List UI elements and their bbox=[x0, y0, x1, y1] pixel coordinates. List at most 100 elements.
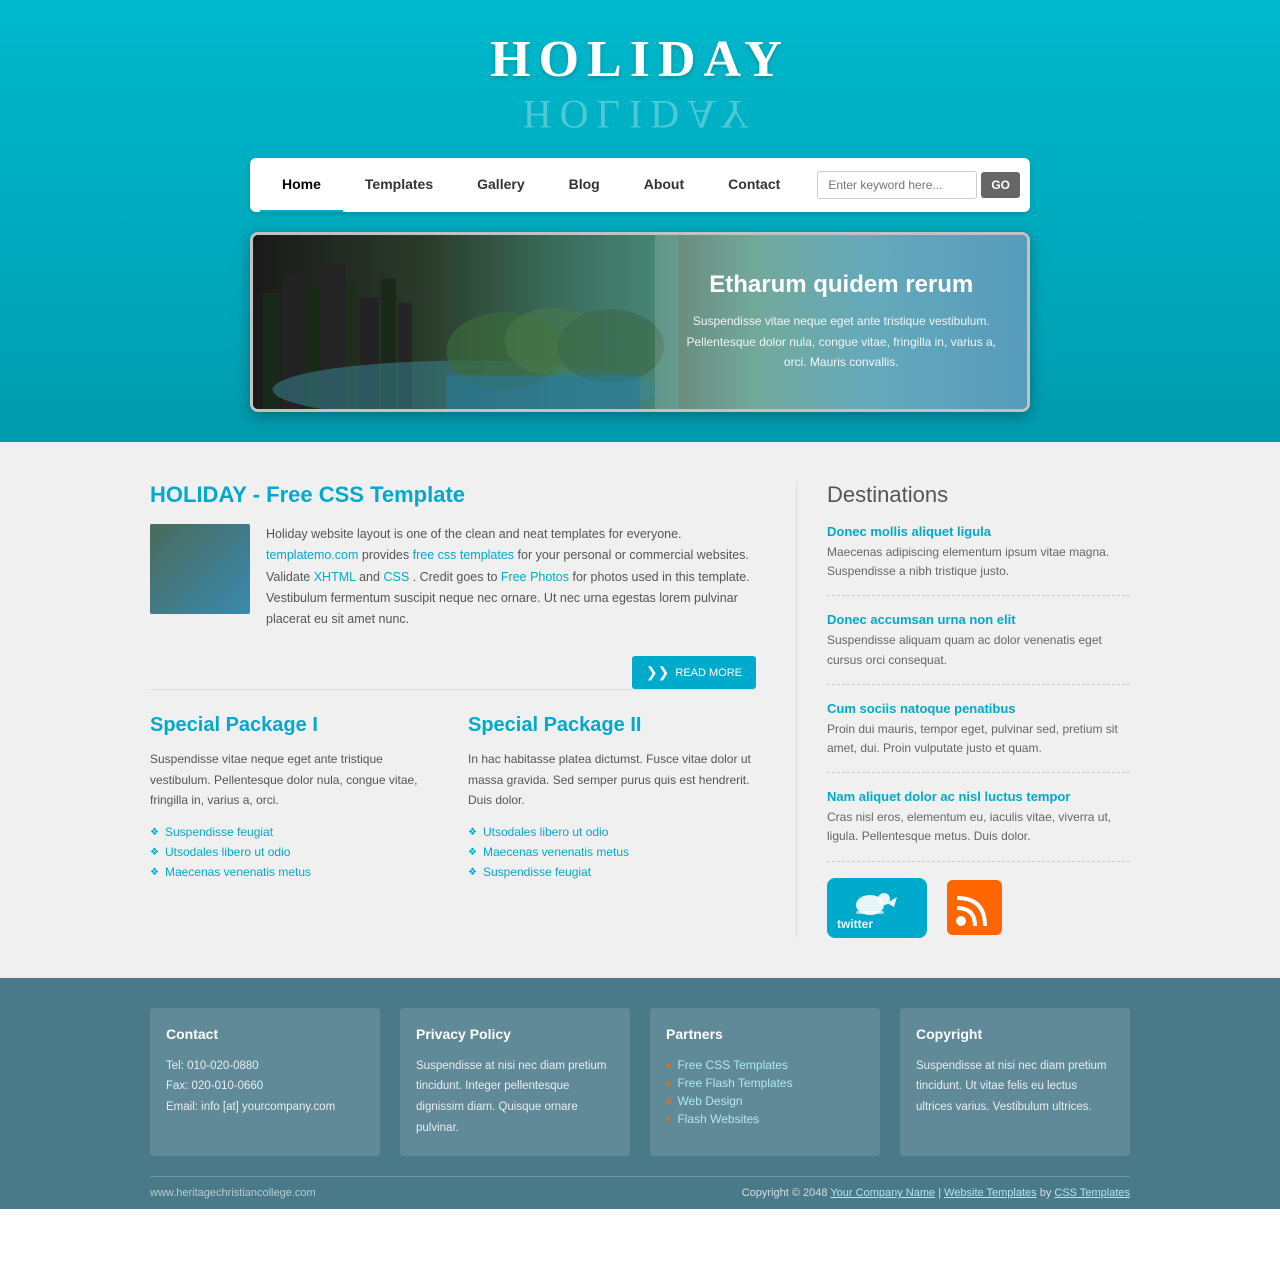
footer-privacy: Privacy Policy Suspendisse at nisi nec d… bbox=[400, 1008, 630, 1157]
site-title: HOLIDAY bbox=[0, 0, 1280, 99]
package1-title: Special Package I bbox=[150, 714, 438, 737]
nav-templates[interactable]: Templates bbox=[343, 158, 455, 212]
package-2: Special Package II In hac habitasse plat… bbox=[468, 714, 756, 882]
article-text4: and bbox=[359, 570, 383, 584]
read-more-button[interactable]: ❯❯ READ MORE bbox=[632, 656, 756, 689]
nav-about[interactable]: About bbox=[622, 158, 706, 212]
link-templatemo[interactable]: templatemo.com bbox=[266, 548, 358, 562]
your-company-link[interactable]: Your Company Name bbox=[830, 1187, 935, 1199]
destinations-title: Destinations bbox=[827, 482, 1130, 508]
package2-link2[interactable]: Maecenas venenatis metus bbox=[468, 842, 756, 862]
copyright-year: Copyright © 2048 bbox=[742, 1187, 831, 1199]
footer-privacy-title: Privacy Policy bbox=[416, 1026, 614, 1042]
footer-contact-text: Tel: 010-020-0880 Fax: 020-010-0660 Emai… bbox=[166, 1056, 364, 1118]
nav-bar: Home Templates Gallery Blog About Contac… bbox=[250, 158, 1030, 212]
twitter-icon[interactable]: twitter bbox=[827, 878, 927, 938]
by-text: by bbox=[1040, 1187, 1055, 1199]
svg-text:twitter: twitter bbox=[837, 917, 873, 931]
package1-text: Suspendisse vitae neque eget ante tristi… bbox=[150, 749, 438, 810]
dest-item-3: Cum sociis natoque penatibus Proin dui m… bbox=[827, 701, 1130, 773]
hero-banner: Etharum quidem rerum Suspendisse vitae n… bbox=[250, 232, 1030, 412]
nav-contact[interactable]: Contact bbox=[706, 158, 802, 212]
nav-home[interactable]: Home bbox=[260, 158, 343, 212]
rss-icon[interactable] bbox=[947, 880, 1002, 935]
link-css[interactable]: CSS bbox=[383, 570, 409, 584]
footer-copyright-col: Copyright Suspendisse at nisi nec diam p… bbox=[900, 1008, 1130, 1157]
link-xhtml[interactable]: XHTML bbox=[314, 570, 356, 584]
partner-link-3[interactable]: Web Design bbox=[666, 1092, 864, 1110]
css-templates-link[interactable]: CSS Templates bbox=[1054, 1187, 1130, 1199]
package1-link1[interactable]: Suspendisse feugiat bbox=[150, 822, 438, 842]
dest-link-3[interactable]: Cum sociis natoque penatibus bbox=[827, 701, 1130, 716]
hero-text-box: Etharum quidem rerum Suspendisse vitae n… bbox=[655, 235, 1027, 409]
package2-text: In hac habitasse platea dictumst. Fusce … bbox=[468, 749, 756, 810]
dest-text-2: Suspendisse aliquam quam ac dolor venena… bbox=[827, 631, 1130, 669]
nav-gallery[interactable]: Gallery bbox=[455, 158, 546, 212]
top-section: HOLIDAY HOLIDAY Home Templates Gallery B… bbox=[0, 0, 1280, 442]
footer-partners: Partners Free CSS Templates Free Flash T… bbox=[650, 1008, 880, 1157]
contact-email: Email: info [at] yourcompany.com bbox=[166, 1097, 364, 1118]
footer-cols: Contact Tel: 010-020-0880 Fax: 020-010-0… bbox=[150, 1008, 1130, 1157]
footer-bottom-copyright: Copyright © 2048 Your Company Name | Web… bbox=[742, 1187, 1130, 1199]
dest-link-4[interactable]: Nam aliquet dolor ac nisl luctus tempor bbox=[827, 789, 1130, 804]
package1-link2[interactable]: Utsodales libero ut odio bbox=[150, 842, 438, 862]
hero-body: Suspendisse vitae neque eget ante tristi… bbox=[675, 311, 1007, 372]
link-free-css[interactable]: free css templates bbox=[413, 548, 514, 562]
article-text2: provides bbox=[362, 548, 413, 562]
dest-text-4: Cras nisl eros, elementum eu, iaculis vi… bbox=[827, 808, 1130, 846]
dest-item-2: Donec accumsan urna non elit Suspendisse… bbox=[827, 612, 1130, 684]
footer-contact: Contact Tel: 010-020-0880 Fax: 020-010-0… bbox=[150, 1008, 380, 1157]
package2-title: Special Package II bbox=[468, 714, 756, 737]
dest-link-1[interactable]: Donec mollis aliquet ligula bbox=[827, 524, 1130, 539]
footer-site-url: www.heritagechristiancollege.com bbox=[150, 1187, 316, 1199]
article-text: Holiday website layout is one of the cle… bbox=[266, 524, 756, 630]
article-text5: . Credit goes to bbox=[413, 570, 501, 584]
main-content: HOLIDAY - Free CSS Template Holiday webs… bbox=[0, 442, 1280, 978]
packages-section: Special Package I Suspendisse vitae nequ… bbox=[150, 714, 756, 882]
partner-link-1[interactable]: Free CSS Templates bbox=[666, 1056, 864, 1074]
footer-copyright-text: Suspendisse at nisi nec diam pretium tin… bbox=[916, 1056, 1114, 1118]
footer-privacy-text: Suspendisse at nisi nec diam pretium tin… bbox=[416, 1056, 614, 1139]
nav-blog[interactable]: Blog bbox=[547, 158, 622, 212]
footer-partners-title: Partners bbox=[666, 1026, 864, 1042]
partner-link-4[interactable]: Flash Websites bbox=[666, 1110, 864, 1128]
partner-link-2[interactable]: Free Flash Templates bbox=[666, 1074, 864, 1092]
footer-bottom: www.heritagechristiancollege.com Copyrig… bbox=[150, 1176, 1130, 1199]
footer-copyright-title: Copyright bbox=[916, 1026, 1114, 1042]
website-templates-link[interactable]: Website Templates bbox=[944, 1187, 1037, 1199]
read-more-label: READ MORE bbox=[675, 667, 742, 679]
social-icons: twitter bbox=[827, 878, 1130, 938]
package2-link3[interactable]: Suspendisse feugiat bbox=[468, 862, 756, 882]
content-wrapper: HOLIDAY - Free CSS Template Holiday webs… bbox=[150, 442, 1130, 978]
nav-links: Home Templates Gallery Blog About Contac… bbox=[260, 158, 817, 212]
dest-text-3: Proin dui mauris, tempor eget, pulvinar … bbox=[827, 720, 1130, 758]
left-column: HOLIDAY - Free CSS Template Holiday webs… bbox=[150, 482, 756, 938]
package2-list: Utsodales libero ut odio Maecenas venena… bbox=[468, 822, 756, 882]
search-button[interactable]: GO bbox=[981, 172, 1020, 198]
footer-contact-title: Contact bbox=[166, 1026, 364, 1042]
package2-link1[interactable]: Utsodales libero ut odio bbox=[468, 822, 756, 842]
site-title-reflection: HOLIDAY bbox=[0, 91, 1280, 138]
article-thumbnail bbox=[150, 524, 250, 614]
footer: Contact Tel: 010-020-0880 Fax: 020-010-0… bbox=[0, 978, 1280, 1210]
article-text1: Holiday website layout is one of the cle… bbox=[266, 527, 682, 541]
article-title: HOLIDAY - Free CSS Template bbox=[150, 482, 756, 508]
dest-item-1: Donec mollis aliquet ligula Maecenas adi… bbox=[827, 524, 1130, 596]
dest-text-1: Maecenas adipiscing elementum ipsum vita… bbox=[827, 543, 1130, 581]
right-column: Destinations Donec mollis aliquet ligula… bbox=[796, 482, 1130, 938]
package1-link3[interactable]: Maecenas venenatis metus bbox=[150, 862, 438, 882]
dest-link-2[interactable]: Donec accumsan urna non elit bbox=[827, 612, 1130, 627]
divider1 bbox=[150, 689, 756, 690]
footer-partners-list: Free CSS Templates Free Flash Templates … bbox=[666, 1056, 864, 1128]
contact-fax: Fax: 020-010-0660 bbox=[166, 1076, 364, 1097]
search-area: GO bbox=[817, 171, 1020, 199]
link-free-photos[interactable]: Free Photos bbox=[501, 570, 569, 584]
package1-list: Suspendisse feugiat Utsodales libero ut … bbox=[150, 822, 438, 882]
article-inner: Holiday website layout is one of the cle… bbox=[150, 524, 756, 630]
read-more-icon: ❯❯ bbox=[646, 664, 669, 681]
contact-tel: Tel: 010-020-0880 bbox=[166, 1056, 364, 1077]
search-input[interactable] bbox=[817, 171, 977, 199]
package-1: Special Package I Suspendisse vitae nequ… bbox=[150, 714, 438, 882]
hero-heading: Etharum quidem rerum bbox=[675, 271, 1007, 299]
dest-item-4: Nam aliquet dolor ac nisl luctus tempor … bbox=[827, 789, 1130, 861]
